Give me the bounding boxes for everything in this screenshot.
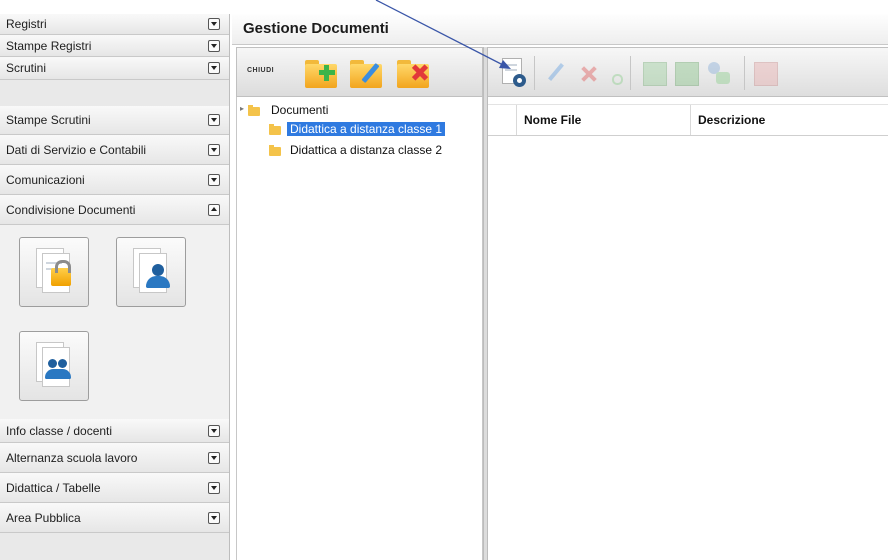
chevron-down-icon[interactable]: [208, 39, 220, 52]
edit-folder-icon[interactable]: [348, 56, 384, 90]
circle-icon[interactable]: [602, 58, 630, 88]
toolbar-separator: [744, 56, 745, 90]
sidebar-section-label: Stampe Scrutini: [6, 113, 91, 127]
tree-toolbar: CHIUDI: [236, 47, 483, 97]
sidebar-section-didattica[interactable]: Didattica / Tabelle: [0, 473, 229, 503]
sidebar-section-label: Alternanza scuola lavoro: [6, 450, 138, 465]
tree-expander-icon[interactable]: ▸: [240, 104, 244, 113]
tree-item-selected[interactable]: Didattica a distanza classe 1: [285, 121, 447, 137]
sidebar-section-label: Dati di Servizio e Contabili: [6, 142, 147, 157]
toolbar-separator: [534, 56, 535, 90]
sidebar-section-label: Area Pubblica: [6, 510, 81, 525]
chevron-down-icon[interactable]: [208, 511, 220, 524]
chevron-down-icon[interactable]: [208, 143, 220, 156]
chevron-down-icon[interactable]: [208, 18, 220, 30]
sidebar-section-label: Stampe Registri: [6, 38, 92, 53]
toolbar-separator: [630, 56, 631, 90]
edit-icon[interactable]: [542, 58, 570, 88]
chevron-down-icon[interactable]: [208, 62, 220, 74]
sidebar-section-stampe-registri[interactable]: Stampe Registri: [0, 35, 229, 57]
sidebar-section-label: Registri: [6, 17, 47, 31]
user-document-icon[interactable]: [116, 237, 186, 307]
sidebar-section-alternanza[interactable]: Alternanza scuola lavoro: [0, 443, 229, 473]
file-toolbar: [488, 47, 888, 97]
chevron-down-icon[interactable]: [208, 481, 220, 494]
sidebar-section-comunicazioni[interactable]: Comunicazioni: [0, 165, 229, 195]
sidebar-section-label: Didattica / Tabelle: [6, 480, 101, 495]
add-document-icon[interactable]: [502, 58, 530, 88]
sidebar-section-label: Comunicazioni: [6, 172, 85, 187]
add-folder-icon[interactable]: [303, 56, 339, 90]
sidebar-section-area-pubblica[interactable]: Area Pubblica: [0, 503, 229, 533]
sidebar-section-label: Condivisione Documenti: [6, 202, 136, 217]
sidebar: Registri Stampe Registri Scrutini Stampe…: [0, 14, 230, 560]
folder-icon: [269, 145, 281, 156]
folder-tree: ▸ Documenti Didattica a distanza classe …: [236, 97, 483, 560]
remove-icon[interactable]: [752, 58, 780, 88]
tree-root[interactable]: Documenti: [271, 103, 328, 117]
page-title: Gestione Documenti: [243, 20, 389, 37]
file-grid-header: Nome File Descrizione: [488, 104, 888, 136]
delete-folder-icon[interactable]: [395, 56, 431, 90]
share-icon[interactable]: [704, 58, 732, 88]
chevron-up-icon[interactable]: [208, 203, 220, 216]
sidebar-section-scrutini[interactable]: Scrutini: [0, 57, 229, 80]
sidebar-section-stampe-scrutini[interactable]: Stampe Scrutini: [0, 106, 229, 135]
chevron-down-icon[interactable]: [208, 173, 220, 186]
condivisione-documenti-panel: [0, 225, 229, 420]
column-header-select[interactable]: [488, 105, 516, 135]
grid-icon[interactable]: [672, 58, 700, 88]
column-header-descrizione[interactable]: Descrizione: [690, 105, 888, 135]
tree-item[interactable]: Didattica a distanza classe 2: [290, 143, 442, 157]
sidebar-section-label: Info classe / docenti: [6, 423, 113, 438]
folder-icon: [248, 105, 260, 116]
chevron-down-icon[interactable]: [208, 424, 220, 437]
sidebar-section-condivisione-documenti[interactable]: Condivisione Documenti: [0, 195, 229, 225]
sidebar-section-info-classe[interactable]: Info classe / docenti: [0, 419, 229, 443]
close-button[interactable]: CHIUDI: [247, 67, 274, 74]
column-header-nome-file[interactable]: Nome File: [516, 105, 690, 135]
folder-icon: [269, 124, 281, 135]
sidebar-section-registri[interactable]: Registri: [0, 14, 229, 35]
delete-icon[interactable]: [574, 58, 602, 88]
sidebar-section-label: Scrutini: [6, 61, 47, 75]
sidebar-section-dati-servizio[interactable]: Dati di Servizio e Contabili: [0, 135, 229, 165]
group-document-icon[interactable]: [19, 331, 89, 401]
locked-document-icon[interactable]: [19, 237, 89, 307]
chevron-down-icon[interactable]: [208, 114, 220, 126]
export-icon[interactable]: [640, 58, 668, 88]
chevron-down-icon[interactable]: [208, 451, 220, 464]
